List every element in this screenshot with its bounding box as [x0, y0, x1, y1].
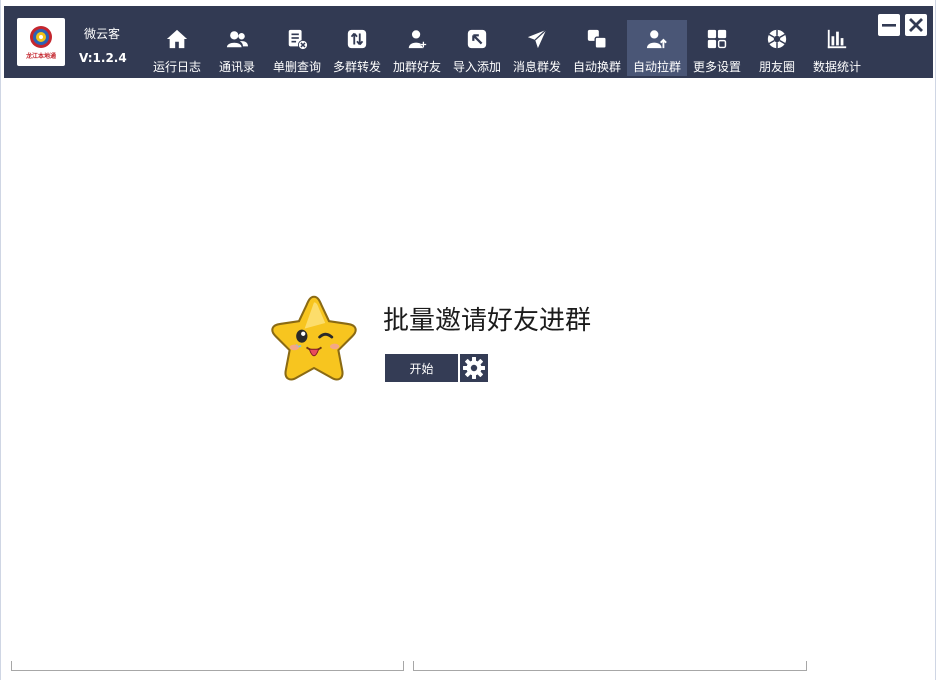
send-icon — [527, 29, 547, 49]
minimize-icon — [882, 24, 896, 27]
grid-icon — [707, 29, 727, 49]
nav-label: 自动拉群 — [632, 60, 681, 74]
top-toolbar: 龙江本地通 微云客 V:1.2.4 运行日志 通讯录 单删查询 多群转发 加群好… — [4, 6, 933, 78]
nav-auto-switch-group[interactable]: 自动换群 — [567, 20, 627, 76]
aperture-icon — [767, 29, 787, 49]
nav-label: 朋友圈 — [758, 60, 795, 74]
bar-chart-icon — [827, 29, 847, 49]
nav-more-settings[interactable]: 更多设置 — [687, 20, 747, 76]
status-field-left — [11, 661, 404, 671]
nav-label: 导入添加 — [452, 60, 501, 74]
app-window: 龙江本地通 微云客 V:1.2.4 运行日志 通讯录 单删查询 多群转发 加群好… — [0, 0, 936, 680]
pull-group-icon — [646, 30, 667, 49]
nav-label: 加群好友 — [392, 60, 441, 74]
nav-label: 消息群发 — [512, 60, 561, 74]
app-logo: 龙江本地通 — [17, 18, 65, 66]
nav-data-statistics[interactable]: 数据统计 — [807, 20, 867, 76]
delete-check-icon — [288, 29, 308, 50]
nav-single-delete-check[interactable]: 单删查询 — [267, 20, 327, 76]
minimize-button[interactable] — [878, 14, 900, 36]
nav-add-group-friend[interactable]: 加群好友 — [387, 20, 447, 76]
nav-label: 单删查询 — [272, 60, 321, 74]
contacts-icon — [226, 31, 248, 48]
import-icon — [467, 29, 487, 49]
nav-run-log[interactable]: 运行日志 — [147, 20, 207, 76]
nav-import-add[interactable]: 导入添加 — [447, 20, 507, 76]
app-version: V:1.2.4 — [79, 51, 127, 65]
nav-label: 数据统计 — [812, 60, 861, 74]
nav-moments[interactable]: 朋友圈 — [747, 20, 807, 76]
logo-text: 龙江本地通 — [25, 53, 56, 60]
feature-headline: 批量邀请好友进群 — [383, 306, 592, 336]
star-mascot-icon — [271, 295, 357, 381]
main-nav: 运行日志 通讯录 单删查询 多群转发 加群好友 导入添加 消息群发 自动换群 自… — [147, 20, 867, 76]
nav-label: 更多设置 — [692, 60, 741, 74]
nav-message-broadcast[interactable]: 消息群发 — [507, 20, 567, 76]
close-icon — [909, 18, 923, 32]
nav-label: 多群转发 — [332, 60, 381, 74]
close-button[interactable] — [905, 14, 927, 36]
app-name: 微云客 — [84, 27, 121, 41]
start-button[interactable]: 开始 — [385, 354, 458, 382]
gear-icon — [463, 357, 485, 379]
settings-button[interactable] — [460, 354, 488, 382]
forward-icon — [347, 29, 367, 49]
nav-label: 通讯录 — [218, 60, 255, 74]
switch-group-icon — [587, 29, 607, 49]
add-friend-icon — [408, 30, 427, 49]
nav-label: 自动换群 — [572, 60, 621, 74]
home-icon — [166, 29, 188, 49]
nav-multi-group-forward[interactable]: 多群转发 — [327, 20, 387, 76]
nav-contacts[interactable]: 通讯录 — [207, 20, 267, 76]
nav-auto-pull-group[interactable]: 自动拉群 — [627, 20, 687, 76]
status-field-right — [413, 661, 807, 671]
nav-label: 运行日志 — [152, 60, 201, 74]
